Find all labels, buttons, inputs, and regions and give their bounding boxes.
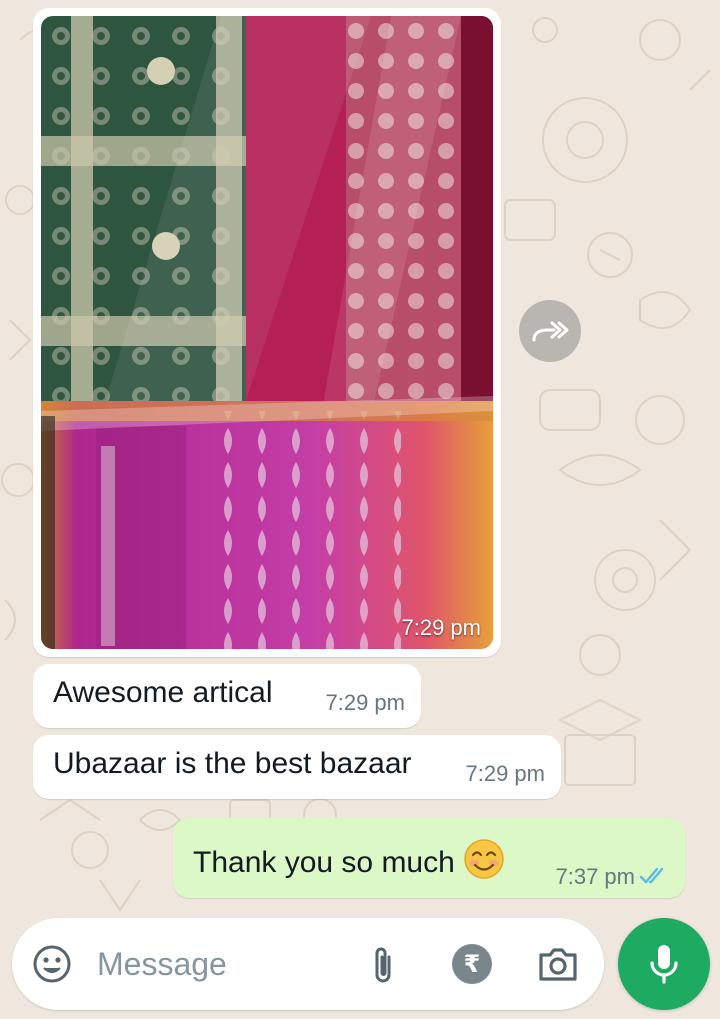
forward-button[interactable] [519, 300, 581, 362]
attach-icon[interactable] [367, 944, 399, 986]
message-text: Thank you so much [193, 838, 505, 880]
message-bubble-outgoing[interactable]: Thank you so much 7:37 pm [173, 818, 685, 898]
saree-photo[interactable] [41, 16, 493, 649]
message-text: Ubazaar is the best bazaar [53, 747, 412, 780]
rupee-icon[interactable]: ₹ [452, 944, 492, 984]
emoji-icon[interactable] [32, 944, 72, 984]
read-ticks-icon [639, 867, 664, 884]
mic-button[interactable] [618, 918, 710, 1010]
camera-icon[interactable] [536, 942, 580, 986]
forward-icon [532, 321, 569, 342]
message-bubble-incoming[interactable]: Ubazaar is the best bazaar 7:29 pm [33, 735, 561, 799]
message-time: 7:29 pm [465, 761, 546, 786]
message-input[interactable]: Message [97, 946, 227, 983]
message-bubble-incoming[interactable]: Awesome artical 7:29 pm [33, 664, 421, 728]
mic-icon [650, 945, 678, 984]
message-time: 7:29 pm [401, 615, 482, 640]
message-composer[interactable]: Message ₹ [12, 918, 604, 1010]
smiling-face-icon [464, 839, 504, 879]
message-time: 7:29 pm [325, 690, 406, 715]
image-message-bubble[interactable]: 7:29 pm [33, 8, 501, 657]
message-text: Awesome artical [53, 676, 273, 709]
message-time: 7:37 pm [555, 864, 636, 889]
message-text-content: Thank you so much [193, 846, 455, 879]
